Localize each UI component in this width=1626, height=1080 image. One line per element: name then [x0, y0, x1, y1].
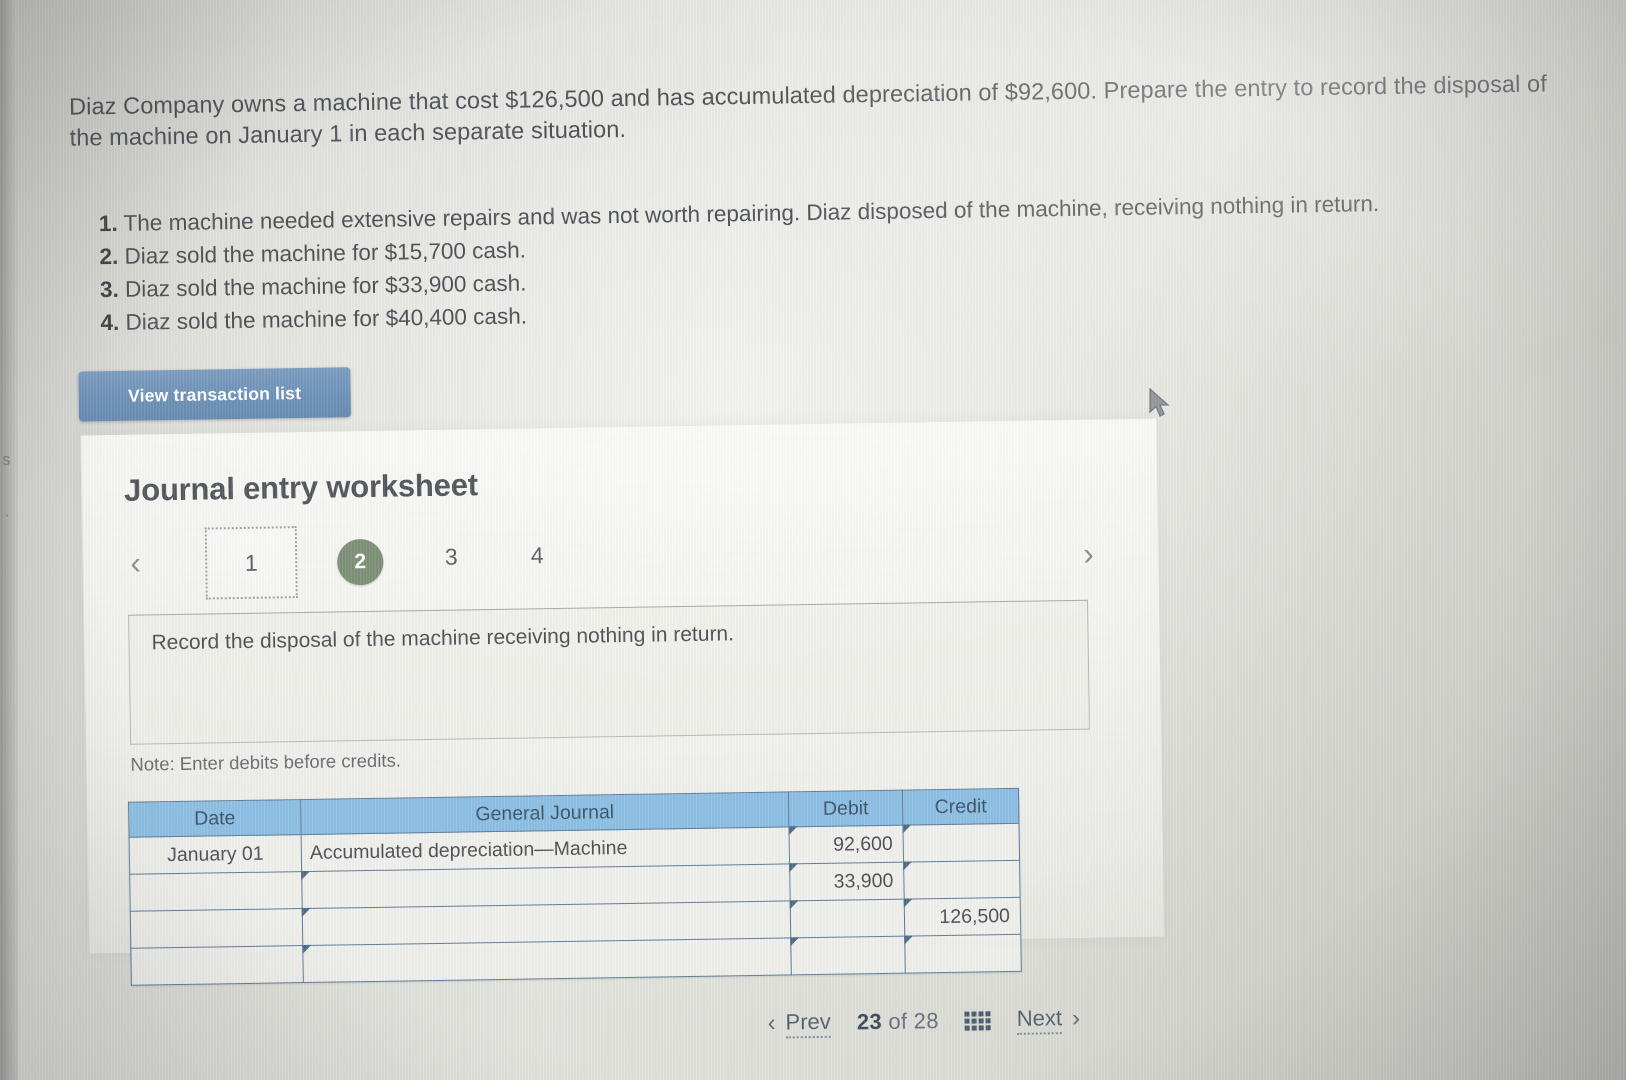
cell-credit[interactable] [902, 823, 1020, 863]
column-header-debit: Debit [788, 790, 903, 827]
next-tab-arrow-icon[interactable]: › [1083, 536, 1094, 572]
of-label: of [888, 1008, 908, 1034]
cell-credit[interactable]: 126,500 [904, 897, 1021, 937]
window-left-edge [0, 0, 18, 1080]
situation-number: 2. [99, 243, 119, 270]
cell-credit[interactable] [904, 934, 1022, 974]
situation-number: 4. [100, 310, 120, 336]
worksheet-tab-2[interactable]: 2 [336, 538, 384, 586]
current-page-number: 23 [856, 1008, 883, 1035]
situation-text: Diaz sold the machine for $33,900 cash. [124, 270, 527, 302]
worksheet-tab-3[interactable]: 3 [421, 531, 482, 582]
cell-credit[interactable] [903, 860, 1021, 900]
debits-before-credits-note: Note: Enter debits before credits. [130, 749, 402, 775]
cell-account[interactable] [302, 937, 792, 983]
situation-number: 3. [99, 277, 119, 303]
next-button[interactable]: Next › [1016, 1004, 1081, 1035]
cell-date[interactable] [130, 908, 303, 949]
cell-debit[interactable]: 92,600 [789, 825, 904, 864]
next-chevron-icon: › [1071, 1004, 1081, 1032]
prev-label: Prev [785, 1008, 832, 1038]
prev-tab-arrow-icon[interactable]: ‹ [130, 545, 141, 581]
prev-button[interactable]: ‹ Prev [767, 1008, 832, 1038]
worksheet-tab-4[interactable]: 4 [507, 530, 568, 581]
grid-view-icon[interactable] [964, 1010, 991, 1031]
page-counter: 23 of 28 [857, 1008, 939, 1035]
problem-statement: Diaz Company owns a machine that cost $1… [68, 70, 1548, 151]
cell-debit[interactable]: 33,900 [789, 862, 905, 901]
prev-chevron-icon: ‹ [767, 1009, 776, 1037]
column-header-credit: Credit [902, 788, 1019, 826]
situation-number: 1. [98, 210, 118, 237]
cell-debit[interactable] [790, 899, 905, 938]
cell-debit[interactable] [790, 936, 906, 975]
column-header-date: Date [128, 799, 302, 838]
worksheet-tab-1[interactable]: 1 [204, 526, 298, 600]
cell-date[interactable]: January 01 [129, 834, 302, 875]
total-pages: 28 [913, 1008, 939, 1034]
pagination-footer: ‹ Prev 23 of 28 Next › [767, 992, 1328, 1047]
edge-stray-text-1: s [2, 450, 11, 469]
page-title: Journal entry worksheet [123, 467, 479, 508]
next-label: Next [1016, 1004, 1063, 1035]
photographed-screen: s · Diaz Company owns a machine that cos… [0, 0, 1626, 1080]
cell-date[interactable] [129, 871, 303, 912]
situation-text: Diaz sold the machine for $40,400 cash. [125, 303, 528, 335]
edge-stray-text-2: · [4, 505, 10, 524]
cell-date[interactable] [130, 945, 304, 986]
journal-entry-table: Date General Journal Debit Credit Januar… [128, 787, 1022, 986]
instruction-text: Record the disposal of the machine recei… [151, 622, 735, 655]
situation-text: Diaz sold the machine for $15,700 cash. [124, 237, 527, 269]
instruction-box: Record the disposal of the machine recei… [128, 599, 1091, 745]
view-transaction-list-button[interactable]: View transaction list [78, 367, 352, 422]
situations-list: 1. The machine needed extensive repairs … [99, 184, 1571, 339]
page-content: Diaz Company owns a machine that cost $1… [0, 0, 1626, 1080]
